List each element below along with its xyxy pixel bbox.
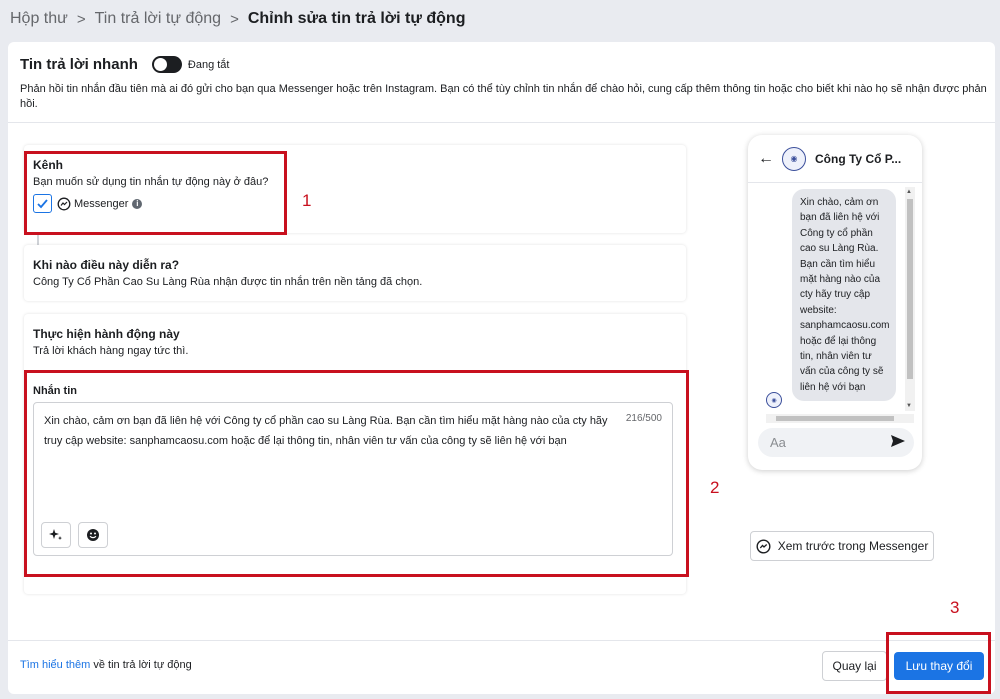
toggle-knob [153, 58, 167, 71]
preview-input-placeholder: Aa [770, 435, 786, 450]
preview-button-label: Xem trước trong Messenger [777, 539, 929, 553]
hscrollbar-thumb[interactable] [776, 416, 894, 421]
scrollbar-thumb[interactable] [907, 199, 913, 379]
quick-reply-header: Tin trả lời nhanh Đang tắt [20, 56, 229, 73]
learn-more-link[interactable]: Tìm hiểu thêm [20, 659, 90, 671]
breadcrumb-auto-replies[interactable]: Tin trả lời tự động [95, 10, 221, 28]
quick-reply-description: Phản hồi tin nhắn đầu tiên mà ai đó gửi … [20, 83, 987, 110]
quick-reply-toggle[interactable] [151, 56, 182, 73]
divider [8, 122, 995, 123]
chevron-right-icon: > [76, 10, 86, 28]
learn-more-text: Tìm hiểu thêm về tin trả lời tự động [20, 659, 192, 671]
messenger-icon [756, 538, 771, 554]
page-avatar: ◉ [766, 392, 782, 408]
annotation-box-1 [24, 151, 287, 235]
scroll-up-icon[interactable]: ▲ [906, 189, 912, 195]
preview-scrollbar[interactable]: ▲ ▼ [905, 187, 915, 411]
preview-message-bubble: Xin chào, cảm ơn bạn đã liên hệ với Công… [792, 189, 896, 402]
annotation-number-1: 1 [302, 191, 312, 210]
breadcrumb: Hộp thư > Tin trả lời tự động > Chỉnh sử… [10, 8, 465, 30]
page-logo: ◉ [782, 146, 806, 171]
messenger-preview: ← ◉ Công Ty Cổ P... Xin chào, cảm ơn bạn… [748, 135, 922, 470]
preview-page-name: Công Ty Cổ P... [815, 151, 902, 166]
trigger-card: Khi nào điều này diễn ra? Công Ty Cổ Phầ… [24, 245, 686, 301]
preview-in-messenger-button[interactable]: Xem trước trong Messenger [750, 531, 934, 561]
action-subtitle: Trả lời khách hàng ngay tức thì. [33, 345, 189, 357]
back-button-label: Quay lại [832, 659, 877, 673]
page-title: Chỉnh sửa tin trả lời tự động [247, 10, 466, 27]
action-title: Thực hiện hành động này [33, 327, 180, 341]
back-button[interactable]: Quay lại [822, 651, 887, 681]
chevron-right-icon: > [230, 10, 239, 28]
footer-divider [8, 640, 995, 641]
annotation-number-3: 3 [950, 598, 960, 617]
scroll-down-icon[interactable]: ▼ [906, 403, 912, 409]
quick-reply-title: Tin trả lời nhanh [20, 56, 138, 73]
learn-more-rest: về tin trả lời tự động [90, 659, 192, 671]
trigger-title: Khi nào điều này diễn ra? [33, 258, 180, 272]
toggle-status-label: Đang tắt [187, 58, 230, 71]
annotation-number-2: 2 [710, 478, 720, 497]
annotation-box-3 [886, 632, 991, 694]
preview-header: ← ◉ Công Ty Cổ P... [748, 135, 922, 183]
trigger-subtitle: Công Ty Cổ Phần Cao Su Làng Rùa nhận đượ… [33, 276, 423, 288]
preview-hscrollbar[interactable] [766, 414, 914, 423]
arrow-left-icon[interactable]: ← [758, 150, 774, 168]
annotation-box-2 [24, 370, 689, 577]
breadcrumb-inbox[interactable]: Hộp thư [10, 10, 68, 28]
send-icon[interactable] [890, 433, 906, 449]
preview-input[interactable]: Aa [758, 428, 914, 457]
